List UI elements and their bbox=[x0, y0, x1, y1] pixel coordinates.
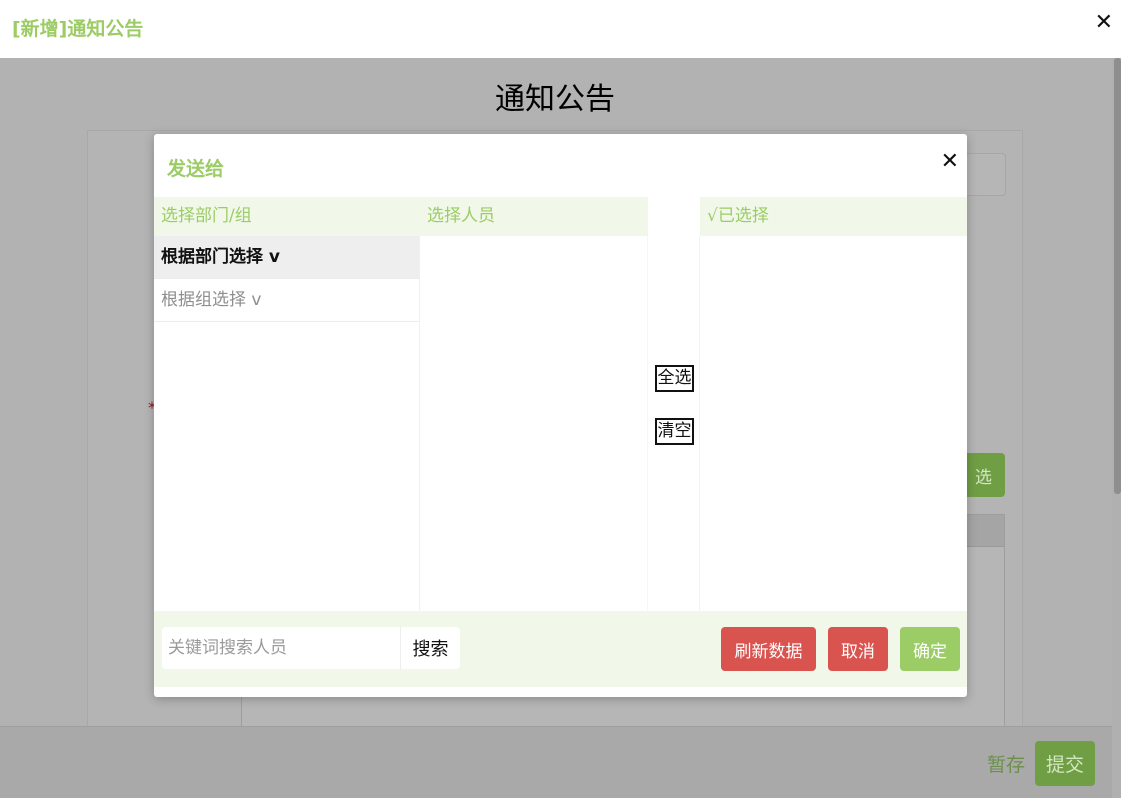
dept-column-header: 选择部门/组 bbox=[154, 197, 420, 236]
page-footer bbox=[0, 726, 1121, 798]
select-recipients-button[interactable]: 选 bbox=[962, 453, 1005, 497]
dialog-footer: 搜索 刷新数据 取消 确定 bbox=[154, 611, 967, 687]
page-title: 通知公告 bbox=[495, 82, 615, 117]
send-to-dialog: 发送给 ✕ 选择部门/组 选择人员 √已选择 根据部门选择 v 根据组选择 v … bbox=[154, 134, 967, 697]
close-icon[interactable]: ✕ bbox=[1095, 10, 1113, 36]
clear-button[interactable]: 清空 bbox=[655, 418, 694, 445]
search-button[interactable]: 搜索 bbox=[400, 627, 460, 669]
dept-item-by-department[interactable]: 根据部门选择 v bbox=[154, 236, 419, 279]
scrollbar-thumb[interactable] bbox=[1114, 58, 1121, 494]
selected-column-header: √已选择 bbox=[700, 197, 967, 236]
window-header: [新增]通知公告 ✕ bbox=[0, 0, 1121, 58]
dept-item-by-group[interactable]: 根据组选择 v bbox=[154, 279, 419, 322]
people-list bbox=[420, 236, 648, 611]
search-input[interactable] bbox=[162, 627, 400, 669]
refresh-data-button[interactable]: 刷新数据 bbox=[721, 627, 816, 671]
select-all-button[interactable]: 全选 bbox=[655, 365, 694, 392]
cancel-button[interactable]: 取消 bbox=[828, 627, 888, 671]
selected-list bbox=[700, 236, 967, 611]
column-spacer bbox=[648, 197, 700, 236]
draft-button[interactable]: 暂存 bbox=[987, 750, 1025, 777]
dept-list: 根据部门选择 v 根据组选择 v bbox=[154, 236, 420, 611]
dialog-title: 发送给 bbox=[167, 158, 225, 180]
window-title: [新增]通知公告 bbox=[12, 18, 144, 40]
close-icon[interactable]: ✕ bbox=[941, 150, 959, 174]
people-column-header: 选择人员 bbox=[420, 197, 648, 236]
confirm-button[interactable]: 确定 bbox=[900, 627, 960, 671]
submit-button[interactable]: 提交 bbox=[1035, 741, 1095, 786]
